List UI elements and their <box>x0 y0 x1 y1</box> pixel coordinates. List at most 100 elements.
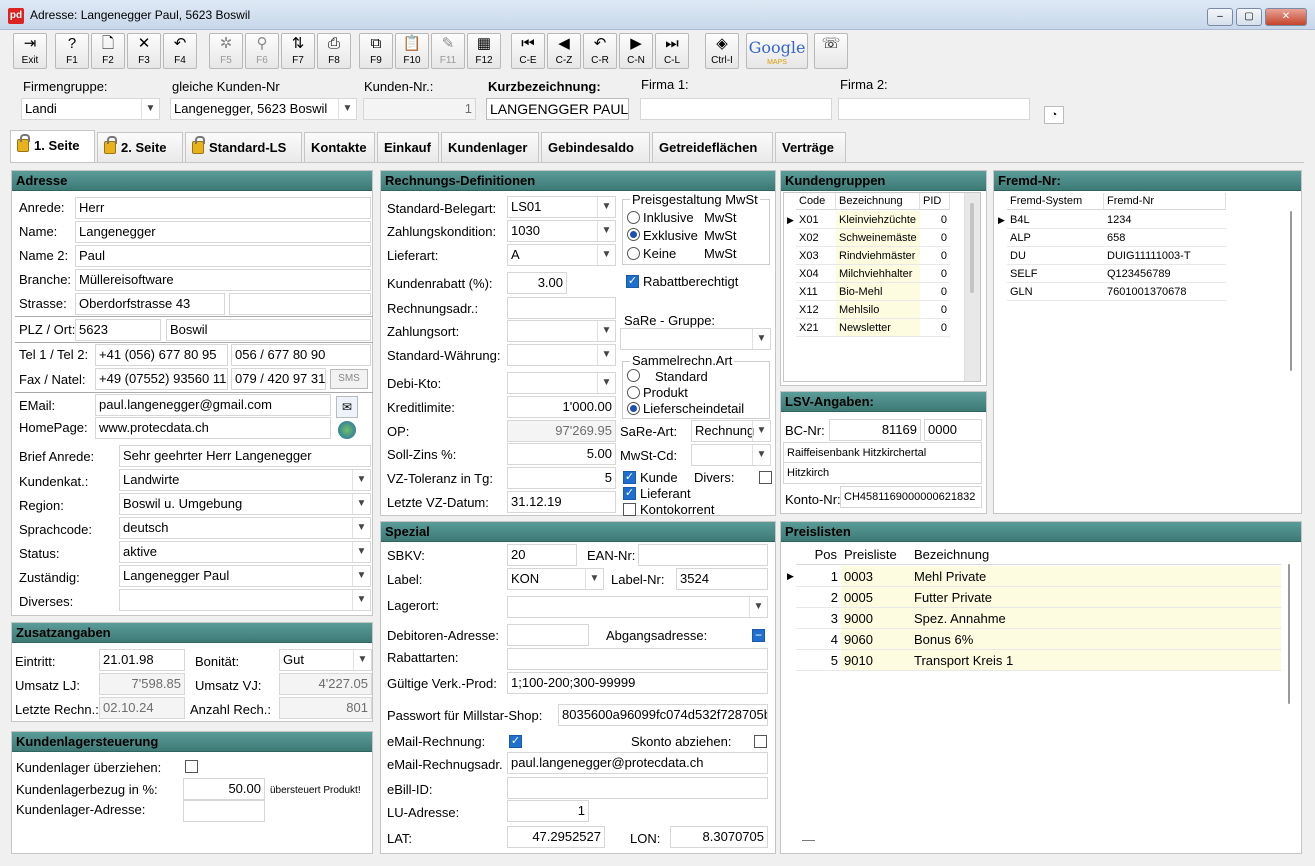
bonitaet-select[interactable]: Gut ▼ <box>279 649 372 671</box>
lat-field[interactable]: 47.2952527 <box>507 826 605 848</box>
preis-exklusive-radio[interactable] <box>627 228 640 241</box>
ort-field[interactable]: Boswil <box>166 319 371 341</box>
lager-ueberziehen-checkbox[interactable] <box>185 760 198 773</box>
preislisten-scrollbar[interactable] <box>1288 564 1292 704</box>
sammel-produkt-radio[interactable] <box>627 386 640 399</box>
belegart-select[interactable]: LS01 ▼ <box>507 196 616 218</box>
c-n-button[interactable]: ▶ C-N <box>619 33 653 69</box>
bank-field[interactable]: Raiffeisenbank Hitzkirchertal <box>783 442 982 464</box>
sms-button[interactable]: SMS <box>330 369 368 389</box>
tab-7[interactable]: Gebindesaldo <box>541 132 650 162</box>
bc-nr-field[interactable]: 81169 <box>829 419 921 441</box>
sare-gruppe-select[interactable]: ▼ <box>620 328 771 350</box>
verk-prod-field[interactable]: 1;100-200;300-99999 <box>507 672 768 694</box>
scroll-thumb[interactable] <box>970 203 974 293</box>
abgangsadresse-checkbox[interactable]: − <box>752 629 765 642</box>
maximize-button[interactable]: ▢ <box>1236 8 1262 26</box>
ean-field[interactable] <box>638 544 768 566</box>
lieferant-checkbox[interactable]: ✓ <box>623 487 636 500</box>
kg-scrollbar[interactable] <box>964 193 980 381</box>
status-select[interactable]: aktive ▼ <box>119 541 371 563</box>
lieferart-select[interactable]: A ▼ <box>507 244 616 266</box>
anzahl-rech-field[interactable]: 801 <box>279 697 372 719</box>
homepage-field[interactable]: www.protecdata.ch <box>95 417 331 439</box>
preis-inklusive-radio[interactable] <box>627 211 640 224</box>
tel1-field[interactable]: +41 (056) 677 80 95 <box>95 344 228 366</box>
c-z-button[interactable]: ◀ C-Z <box>547 33 581 69</box>
f7-button[interactable]: ⇅ F7 <box>281 33 315 69</box>
kundengruppen-table[interactable]: Code Bezeichnung PID ▶ X01 Kleinviehzüchte 0 X0… <box>783 192 981 382</box>
kurzbezeichnung-field[interactable]: LANGENGGER PAUL <box>486 98 629 120</box>
c-l-button[interactable]: ⏭ C-L <box>655 33 689 69</box>
email-field[interactable]: paul.langenegger@gmail.com <box>95 394 331 416</box>
kontokorrent-checkbox[interactable] <box>623 503 636 516</box>
rechnungsadr-field[interactable] <box>507 297 616 319</box>
gleiche-kunden-select[interactable]: Langenegger, 5623 Boswil ▼ <box>170 98 357 120</box>
f2-button[interactable]: 🗋 F2 <box>91 33 125 69</box>
fremd-scrollbar[interactable] <box>1290 211 1294 371</box>
plz-field[interactable]: 5623 <box>75 319 161 341</box>
strasse-field[interactable]: Oberdorfstrasse 43 <box>75 293 225 315</box>
send-mail-icon[interactable]: ✉ <box>336 396 358 418</box>
mwst-cd-select[interactable]: ▼ <box>691 444 771 466</box>
debi-kto-select[interactable]: ▼ <box>507 372 616 394</box>
brief-anrede-field[interactable]: Sehr geehrter Herr Langenegger <box>119 445 371 467</box>
sare-art-select[interactable]: Rechnung ▼ <box>691 420 771 442</box>
f12-button[interactable]: ▦ F12 <box>467 33 501 69</box>
kreditlimite-field[interactable]: 1'000.00 <box>507 396 616 418</box>
diverses-select[interactable]: ▼ <box>119 589 371 611</box>
tab-1[interactable]: 1. Seite <box>10 130 95 162</box>
firma2-field[interactable] <box>838 98 1030 120</box>
branche-field[interactable]: Müllereisoftware <box>75 269 371 291</box>
kunde-checkbox[interactable]: ✓ <box>623 471 636 484</box>
debitoren-adresse-field[interactable] <box>507 624 589 646</box>
kundenkat-select[interactable]: Landwirte ▼ <box>119 469 371 491</box>
f8-button[interactable]: ⎙ F8 <box>317 33 351 69</box>
sprachcode-select[interactable]: deutsch ▼ <box>119 517 371 539</box>
fax-field[interactable]: +49 (07552) 93560 11 <box>95 368 228 390</box>
tab-4[interactable]: Kontakte <box>304 132 375 162</box>
lager-bezug-field[interactable]: 50.00 <box>183 778 265 800</box>
rabattberechtigt-checkbox[interactable]: ✓ <box>626 275 639 288</box>
lon-field[interactable]: 8.3070705 <box>670 826 768 848</box>
close-window-button[interactable]: ✕ <box>1265 8 1307 26</box>
tab-2[interactable]: 2. Seite <box>97 132 183 162</box>
natel-field[interactable]: 079 / 420 97 31 <box>231 368 326 390</box>
f6-button[interactable]: ⚲ F6 <box>245 33 279 69</box>
lu-adresse-field[interactable]: 1 <box>507 800 589 822</box>
tel2-field[interactable]: 056 / 677 80 90 <box>231 344 371 366</box>
umsatz-vj-field[interactable]: 4'227.05 <box>279 673 372 695</box>
tab-3[interactable]: Standard-LS <box>185 132 302 162</box>
umsatz-lj-field[interactable]: 7'598.85 <box>99 673 185 695</box>
skonto-checkbox[interactable] <box>754 735 767 748</box>
name2-field[interactable]: Paul <box>75 245 371 267</box>
eintritt-field[interactable]: 21.01.98 <box>99 649 185 671</box>
region-select[interactable]: Boswil u. Umgebung ▼ <box>119 493 371 515</box>
lagerort-select[interactable]: ▼ <box>507 596 768 618</box>
firmengruppe-select[interactable]: Landi ▼ <box>21 98 160 120</box>
kunden-nr-field[interactable]: 1 <box>363 98 476 120</box>
passwort-field[interactable]: 8035600a96099fc074d532f728705b <box>558 704 768 726</box>
bank-ort-field[interactable]: Hitzkirch <box>783 462 982 484</box>
tab-9[interactable]: Verträge <box>775 132 846 162</box>
ctrl-i-button[interactable]: ◈ Ctrl-I <box>705 33 739 69</box>
email-rechnung-checkbox[interactable]: ✓ <box>509 735 522 748</box>
f3-button[interactable]: ✕ F3 <box>127 33 161 69</box>
zustaendig-select[interactable]: Langenegger Paul ▼ <box>119 565 371 587</box>
f5-button[interactable]: ✲ F5 <box>209 33 243 69</box>
tab-8[interactable]: Getreideflächen <box>652 132 773 162</box>
address-book-icon[interactable]: ◔ <box>1044 106 1064 124</box>
label-select[interactable]: KON ▼ <box>507 568 604 590</box>
label-nr-field[interactable]: 3524 <box>676 568 768 590</box>
exit-button[interactable]: ⇥ Exit <box>13 33 47 69</box>
sbkv-field[interactable]: 20 <box>507 544 577 566</box>
preislisten-table[interactable]: Pos Preisliste Bezeichnung ▶ 1 0003 Mehl Priva… <box>784 544 1296 832</box>
vz-toleranz-field[interactable]: 5 <box>507 467 616 489</box>
scroll-thumb[interactable] <box>1288 564 1290 704</box>
minimize-button[interactable]: – <box>1207 8 1233 26</box>
f10-button[interactable]: 📋 F10 <box>395 33 429 69</box>
konto-nr-field[interactable]: CH4581169000000621832 <box>840 486 982 508</box>
divers-checkbox[interactable] <box>759 471 772 484</box>
zahlungsort-select[interactable]: ▼ <box>507 320 616 342</box>
c-r-button[interactable]: ↶ C-R <box>583 33 617 69</box>
